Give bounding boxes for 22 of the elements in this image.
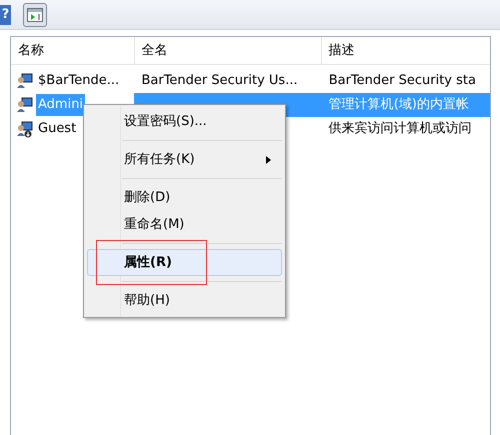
menu-item[interactable]: 重命名(M) [87,211,282,238]
menu-item[interactable]: 属性(R) [87,249,282,276]
user-icon [16,120,33,138]
column-header[interactable]: 名称 [11,37,134,64]
user-icon [16,72,33,90]
table-cell-text: 供来宾访问计算机或访问 [328,120,473,138]
view-button[interactable] [23,2,47,26]
menu-item[interactable]: 删除(D) [87,184,282,211]
window-icon [27,8,43,22]
menu-item[interactable]: 帮助(H) [87,287,282,314]
help-icon[interactable]: ? [0,4,11,24]
menu-item[interactable]: 设置密码(S)... [87,108,282,135]
table-cell-text: BarTender Security sta [328,72,477,90]
table-cell: 管理计算机(域)的内置帐 [322,93,490,117]
submenu-arrow-icon [266,156,271,164]
table-cell-text: BarTender Security Us... [140,72,299,90]
column-header[interactable]: 全名 [134,37,322,64]
user-name[interactable]: $BarTende... [36,70,122,92]
column-header[interactable]: 描述 [322,37,490,64]
menu-item[interactable]: 所有任务(K) [87,146,282,173]
user-name[interactable]: Guest [36,118,78,140]
user-icon [16,96,33,114]
